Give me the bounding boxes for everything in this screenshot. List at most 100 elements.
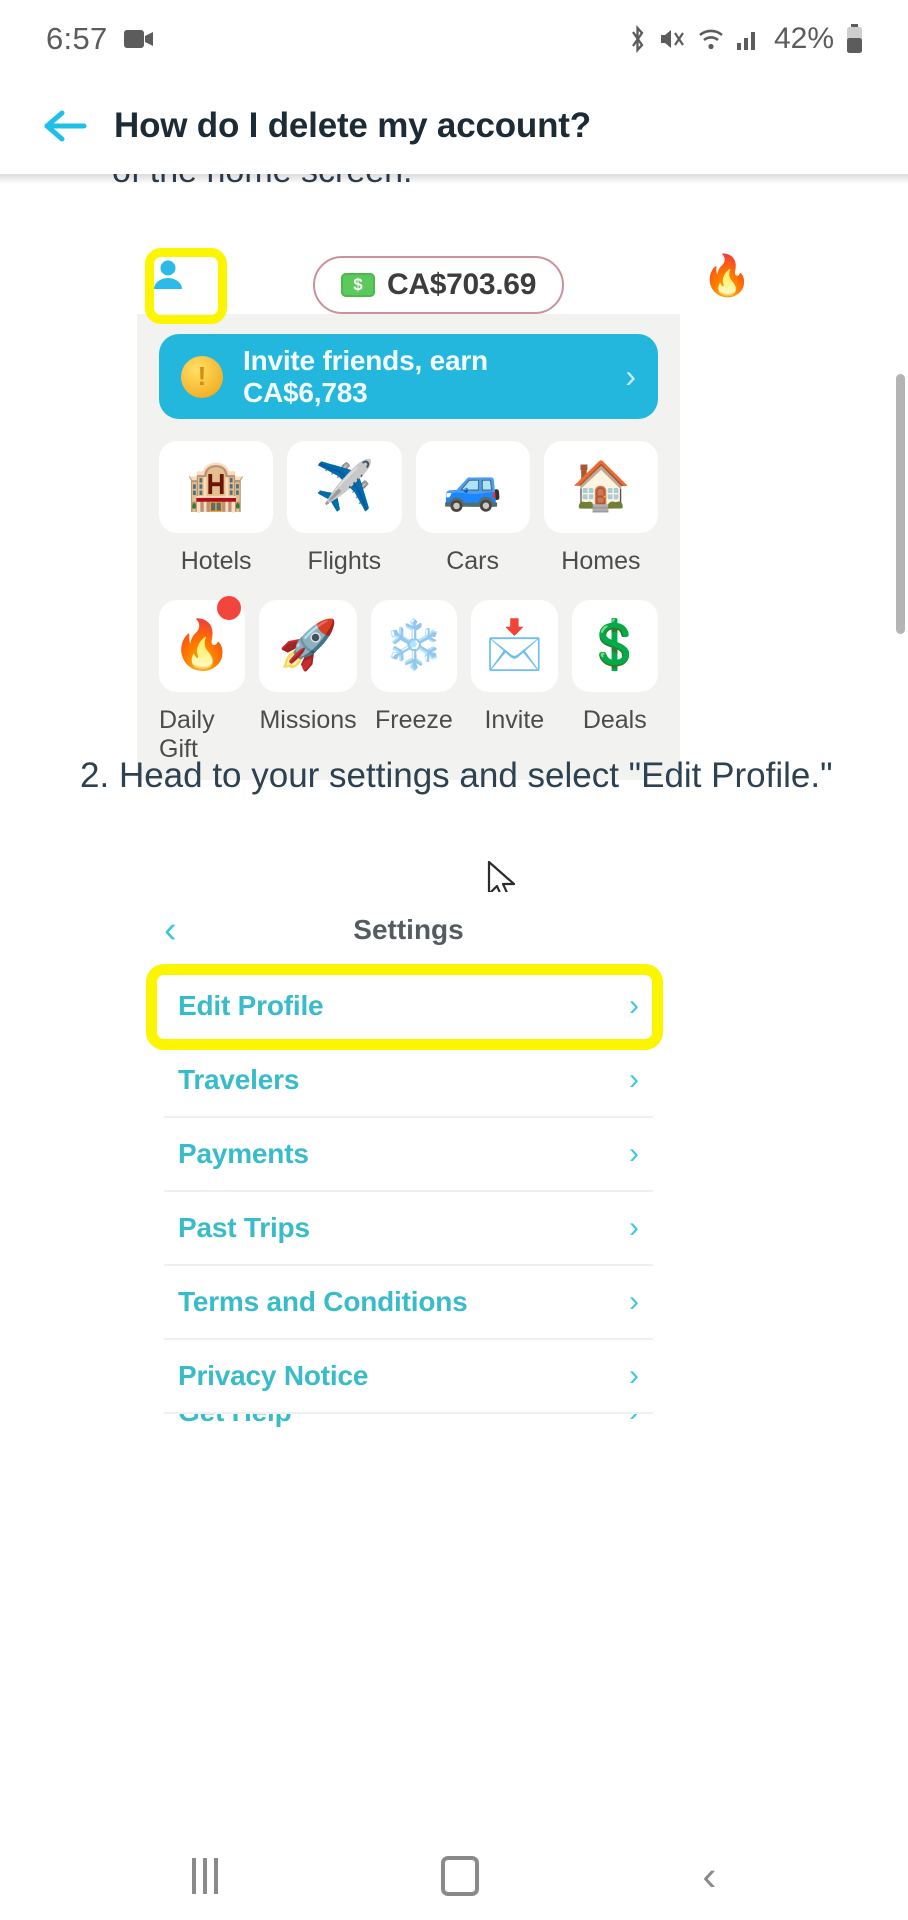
settings-list: Edit Profile › Travelers › Payments › Pa… [146, 964, 663, 1450]
tile-label: Deals [582, 706, 647, 734]
chevron-right-icon: › [629, 1359, 639, 1392]
flame-icon: 🔥 [172, 619, 233, 672]
home-screen-screenshot: $ CA$703.69 🔥 ! Invite friends, earn CA$… [137, 236, 752, 780]
dollar-bill-icon: $ [341, 273, 375, 297]
tile-icon-box: 🏠 [543, 441, 658, 533]
chevron-right-icon: › [629, 1285, 639, 1318]
tile-label: Hotels [180, 547, 252, 575]
tile-cars[interactable]: 🚙 Cars [415, 441, 530, 576]
home-screen-body: ! Invite friends, earn CA$6,783 › 🏨 Hote… [137, 314, 680, 780]
chevron-right-icon: › [629, 1414, 639, 1429]
chevron-right-icon: › [629, 989, 639, 1022]
tile-icon-box: 📩 [471, 600, 558, 692]
tile-invite[interactable]: 📩 Invite [471, 600, 558, 764]
tile-homes[interactable]: 🏠 Homes [543, 441, 658, 576]
tile-icon-box: ✈️ [287, 441, 402, 533]
balance-amount: CA$703.69 [387, 268, 537, 301]
settings-title: Settings [353, 914, 464, 945]
snowflake-icon: ❄️ [384, 619, 444, 672]
status-bar-right: 42% [627, 22, 864, 56]
settings-row-label: Privacy Notice [178, 1360, 369, 1391]
settings-row-get-help[interactable]: Get Help › [164, 1414, 653, 1450]
video-recording-icon [123, 28, 154, 50]
signal-icon [736, 26, 760, 52]
tile-icon-box: 🚀 [259, 600, 357, 692]
car-icon: 🚙 [442, 460, 503, 513]
step-text: Head to your settings and select "Edit P… [118, 756, 833, 795]
settings-row-terms-and-conditions[interactable]: Terms and Conditions › [164, 1266, 653, 1340]
streak-flame-icon[interactable]: 🔥 [702, 252, 752, 299]
notification-badge [217, 596, 242, 620]
mute-icon [659, 26, 686, 52]
rocket-icon: 🚀 [278, 619, 338, 672]
home-button[interactable] [440, 1856, 479, 1896]
chevron-right-icon: › [629, 1137, 639, 1170]
article-content: of the home screen. $ CA$703.69 🔥 ! Invi… [0, 174, 908, 1832]
step-number: 2. [80, 756, 110, 795]
tile-freeze[interactable]: ❄️ Freeze [370, 600, 458, 764]
service-tiles-row-2: 🔥 Daily Gift 🚀 Missions ❄️ Freeze 📩 Invi… [159, 596, 658, 764]
wifi-icon [697, 26, 725, 52]
settings-row-label: Get Help [178, 1414, 292, 1428]
page-header: How do I delete my account? [0, 78, 908, 174]
balance-pill[interactable]: $ CA$703.69 [313, 256, 565, 314]
tile-icon-box: ❄️ [370, 600, 458, 692]
tile-flights[interactable]: ✈️ Flights [287, 441, 402, 576]
status-clock: 6:57 [46, 21, 108, 56]
settings-header: ‹ Settings [164, 892, 653, 970]
tile-label: Invite [484, 706, 545, 734]
tile-icon-box: 🏨 [159, 441, 274, 533]
person-icon [154, 260, 182, 289]
house-icon: 🏠 [570, 460, 631, 513]
tile-hotels[interactable]: 🏨 Hotels [159, 441, 274, 576]
settings-row-label: Travelers [178, 1064, 300, 1095]
settings-row-payments[interactable]: Payments › [164, 1118, 653, 1192]
airplane-icon: ✈️ [314, 460, 375, 513]
avatar[interactable] [140, 247, 196, 303]
settings-row-label: Past Trips [178, 1212, 310, 1243]
tile-missions[interactable]: 🚀 Missions [259, 600, 357, 764]
tile-icon-box: 🚙 [415, 441, 530, 533]
tile-label: Cars [446, 547, 500, 575]
android-nav-bar: ‹ [0, 1832, 908, 1920]
arrow-left-icon [44, 110, 87, 142]
settings-screenshot: ‹ Settings Edit Profile › Travelers › Pa… [137, 892, 680, 1450]
tile-label: Homes [561, 547, 641, 575]
page-title: How do I delete my account? [114, 106, 591, 145]
invite-banner-text: Invite friends, earn CA$6,783 [243, 344, 488, 408]
step-2-instruction: 2. Head to your settings and select "Edi… [80, 754, 848, 799]
settings-row-past-trips[interactable]: Past Trips › [164, 1192, 653, 1266]
nav-back-button[interactable]: ‹ [702, 1855, 716, 1897]
settings-row-label: Terms and Conditions [178, 1286, 468, 1317]
tile-label: Missions [259, 706, 357, 734]
settings-row-travelers[interactable]: Travelers › [164, 1044, 653, 1118]
chevron-right-icon: › [629, 1211, 639, 1244]
hotel-icon: 🏨 [186, 460, 246, 513]
tile-label: Flights [307, 547, 382, 575]
android-status-bar: 6:57 42% [0, 0, 908, 78]
invite-banner[interactable]: ! Invite friends, earn CA$6,783 › [159, 334, 658, 419]
settings-row-edit-profile[interactable]: Edit Profile › [146, 964, 663, 1050]
page-scrollbar[interactable] [896, 374, 905, 634]
gold-coin-icon: ! [181, 355, 223, 398]
home-screen-topbar: $ CA$703.69 🔥 [137, 236, 752, 324]
battery-percent: 42% [773, 22, 834, 55]
chevron-right-icon: › [625, 358, 636, 394]
back-button[interactable] [30, 91, 100, 161]
bluetooth-icon [627, 25, 648, 53]
tile-daily-gift[interactable]: 🔥 Daily Gift [159, 596, 246, 764]
status-bar-left: 6:57 [46, 21, 154, 57]
recent-apps-button[interactable] [191, 1858, 218, 1894]
tile-label: Freeze [375, 706, 453, 734]
tile-deals[interactable]: 💲 Deals [571, 600, 658, 764]
battery-icon [845, 24, 864, 54]
settings-row-label: Payments [178, 1138, 309, 1169]
header-divider-shadow [0, 174, 908, 184]
tile-icon-box: 🔥 [159, 596, 246, 692]
settings-back-chevron-icon[interactable]: ‹ [164, 909, 177, 952]
percent-tag-icon: 💲 [584, 619, 645, 672]
service-tiles-row-1: 🏨 Hotels ✈️ Flights 🚙 Cars 🏠 Homes [159, 441, 658, 576]
settings-row-privacy-notice[interactable]: Privacy Notice › [164, 1340, 653, 1414]
tile-icon-box: 💲 [571, 600, 658, 692]
envelope-coin-icon: 📩 [484, 619, 545, 672]
